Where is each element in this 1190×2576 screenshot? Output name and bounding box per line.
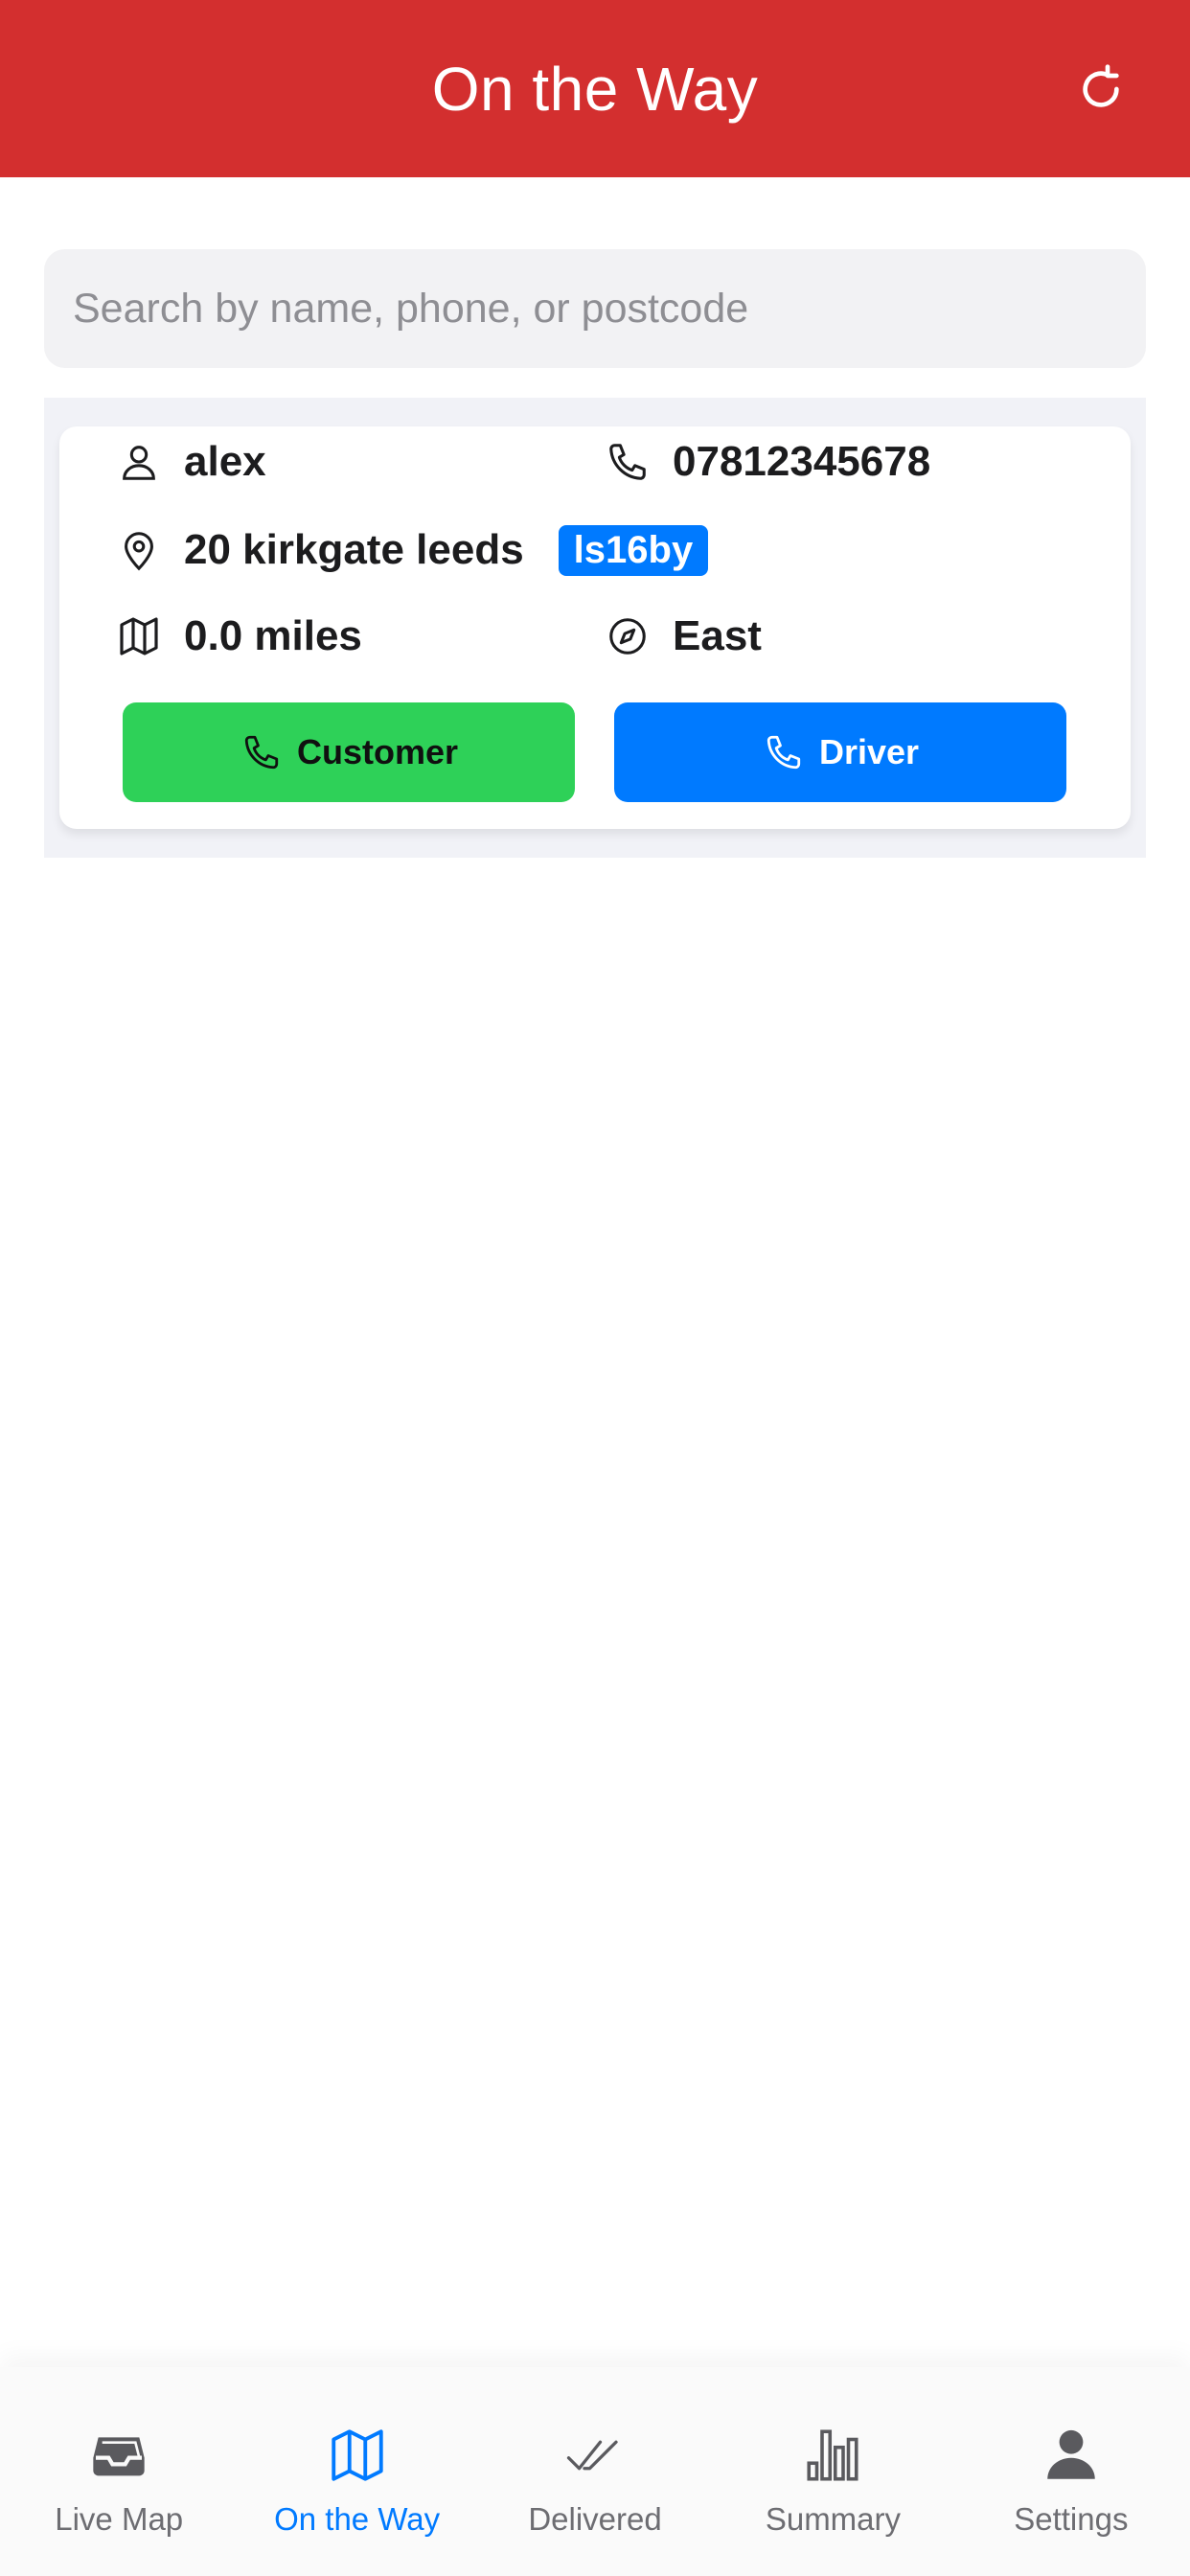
compass-icon — [602, 610, 653, 662]
tab-delivered[interactable]: Delivered — [476, 2367, 714, 2576]
customer-name: alex — [184, 438, 266, 485]
tab-summary[interactable]: Summary — [714, 2367, 951, 2576]
distance-value: 0.0 miles — [184, 612, 362, 659]
tab-label: On the Way — [274, 2501, 441, 2537]
distance-row: 0.0 miles — [113, 610, 362, 662]
address-row: 20 kirkgate leeds ls16by — [113, 524, 709, 576]
map-icon — [113, 610, 165, 662]
refresh-icon — [1083, 64, 1119, 107]
call-driver-button[interactable]: Driver — [614, 702, 1066, 802]
phone-icon — [762, 730, 806, 774]
bar-chart-icon — [798, 2421, 867, 2490]
tab-label: Summary — [765, 2501, 902, 2537]
direction-row: East — [602, 610, 762, 662]
call-customer-label: Customer — [296, 732, 459, 771]
double-check-icon — [561, 2421, 629, 2490]
call-customer-button[interactable]: Customer — [123, 702, 575, 802]
tab-label: Settings — [1014, 2501, 1129, 2537]
order-list: alex 07812345678 20 kirkgate leeds ls16b… — [44, 398, 1146, 858]
tab-label: Live Map — [55, 2501, 184, 2537]
app-screen: On the Way alex — [0, 0, 1190, 2576]
order-card[interactable]: alex 07812345678 20 kirkgate leeds ls16b… — [59, 426, 1131, 829]
delivery-address: 20 kirkgate leeds — [184, 526, 524, 573]
customer-phone: 07812345678 — [673, 438, 931, 485]
bottom-tab-bar: Live Map On the Way Delivered Summary Se… — [0, 2367, 1190, 2576]
call-driver-label: Driver — [818, 732, 920, 771]
person-icon — [113, 436, 165, 488]
postcode-badge: ls16by — [558, 524, 709, 576]
phone-icon — [602, 436, 653, 488]
phone-row: 07812345678 — [602, 436, 930, 488]
refresh-button[interactable] — [1069, 58, 1133, 121]
customer-name-row: alex — [113, 436, 266, 488]
phone-icon — [240, 730, 284, 774]
tab-live-map[interactable]: Live Map — [0, 2367, 238, 2576]
location-pin-icon — [113, 524, 165, 576]
tab-settings[interactable]: Settings — [952, 2367, 1190, 2576]
search-input[interactable] — [73, 285, 1117, 333]
direction-value: East — [673, 612, 762, 659]
tab-on-the-way[interactable]: On the Way — [238, 2367, 475, 2576]
tab-label: Delivered — [528, 2501, 662, 2537]
inbox-tray-icon — [84, 2421, 153, 2490]
search-bar — [44, 249, 1146, 368]
page-title: On the Way — [431, 54, 759, 124]
header-bar: On the Way — [0, 0, 1190, 177]
map-icon — [323, 2421, 392, 2490]
person-icon — [1037, 2421, 1106, 2490]
